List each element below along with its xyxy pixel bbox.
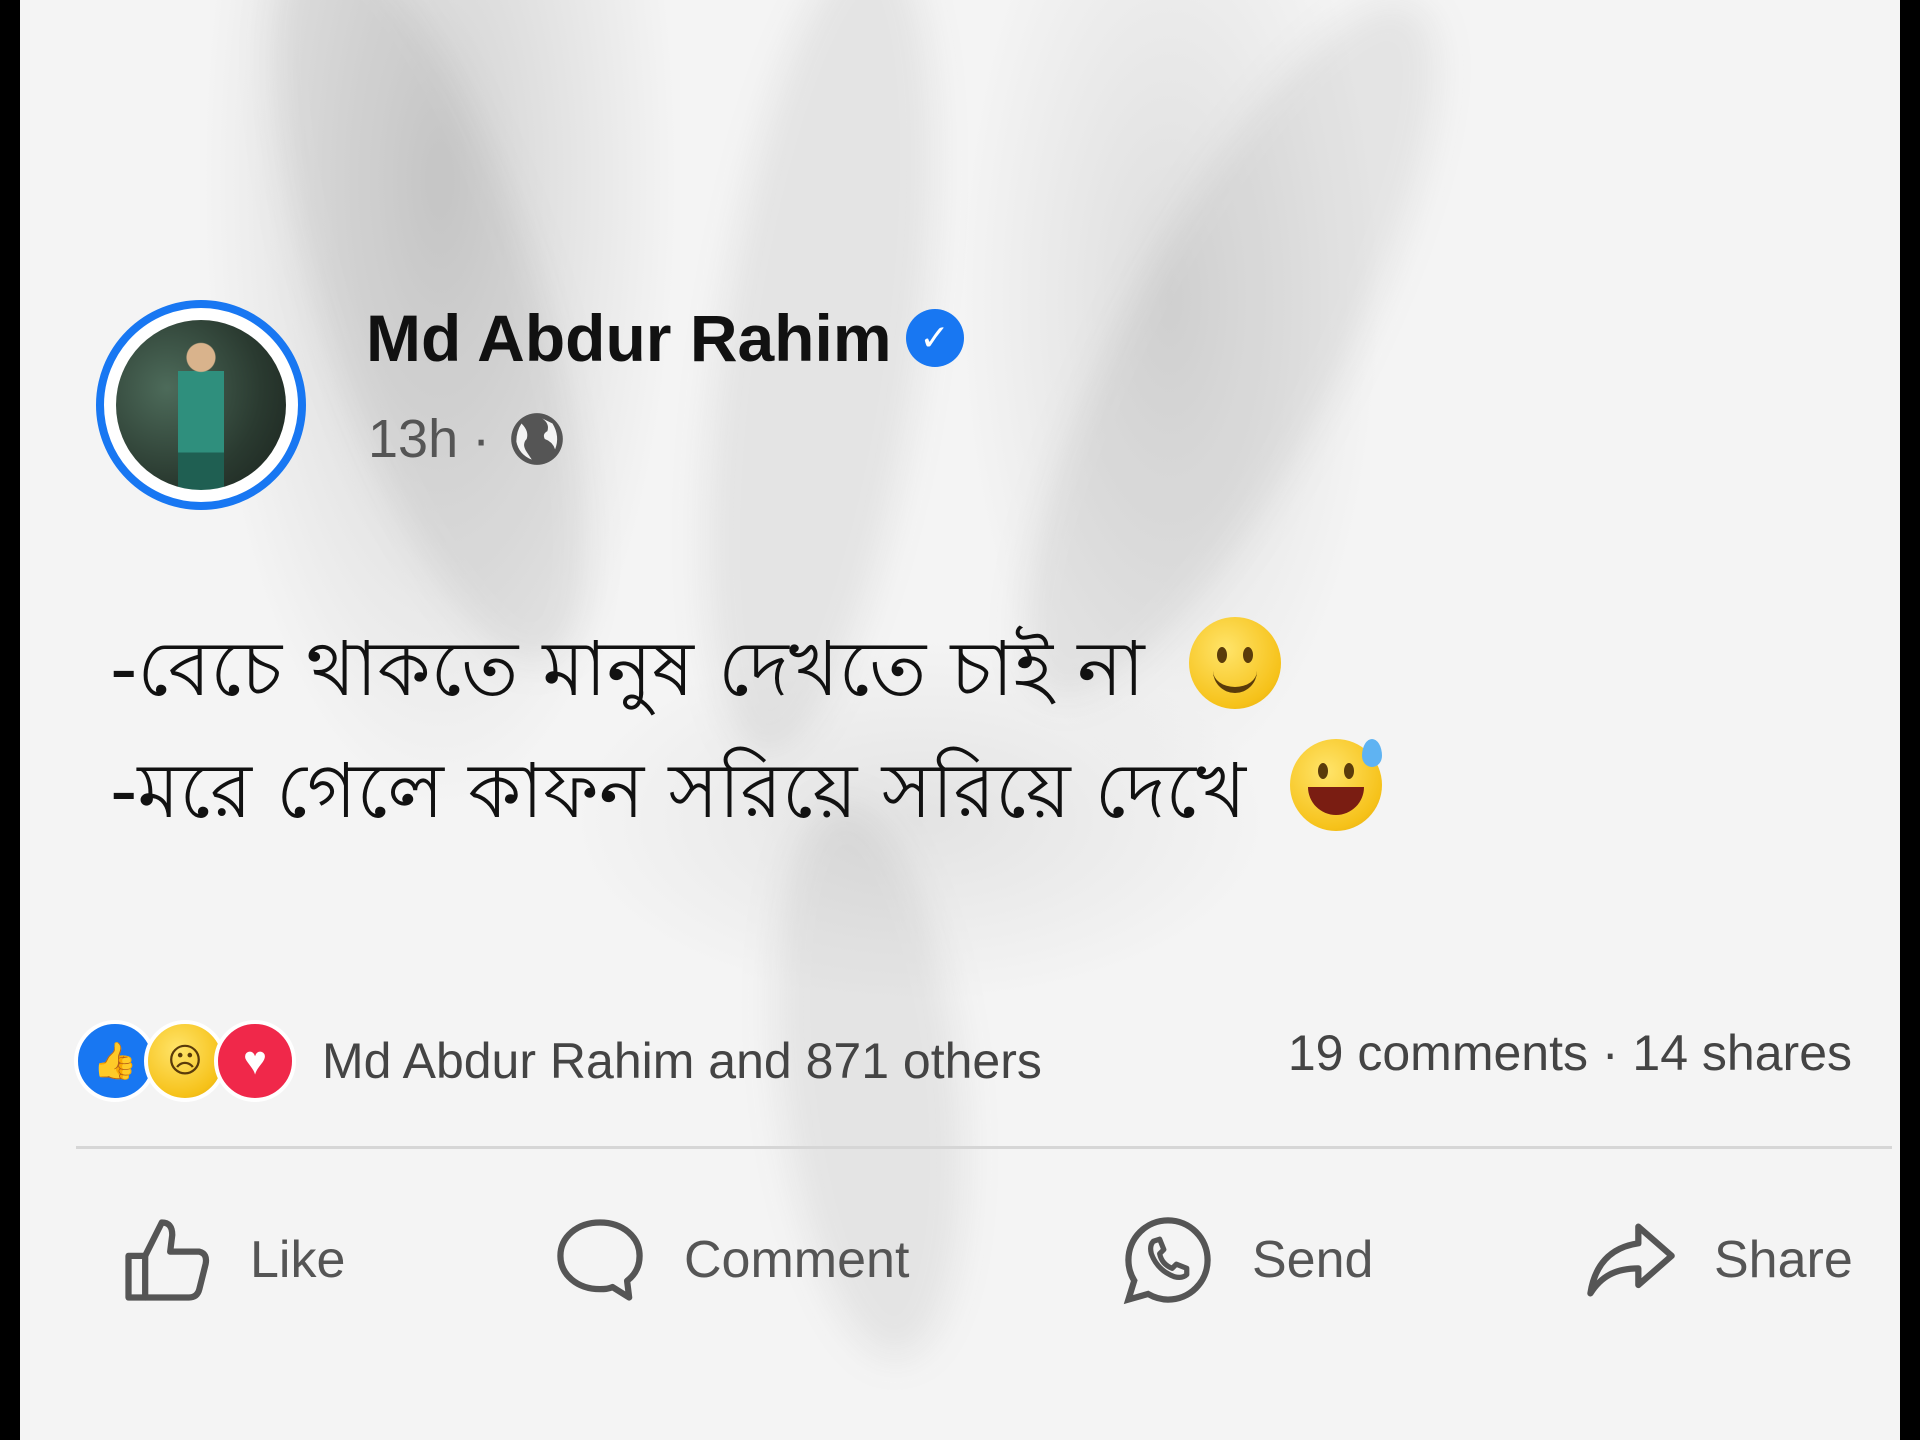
slight-smile-emoji-icon (1188, 617, 1281, 709)
love-reaction-icon: ♥ (214, 1020, 296, 1102)
post-line-text: -মরে গেলে কাফন সরিয়ে সরিয়ে দেখে (110, 746, 1247, 835)
meta-separator: · (472, 409, 491, 469)
divider (76, 1146, 1892, 1149)
screen-frame: Md Abdur Rahim ✓ 13h · -বেচে থাকতে মানুষ… (0, 0, 1920, 1440)
post-line: -মরে গেলে কাফন সরিয়ে সরিয়ে দেখে (110, 730, 1383, 852)
reaction-summary[interactable]: 👍 ☹ ♥ Md Abdur Rahim and 871 others (74, 1020, 1042, 1102)
comment-label: Comment (684, 1231, 910, 1289)
share-button[interactable]: Share (1580, 1210, 1853, 1310)
verified-badge-icon: ✓ (905, 309, 964, 367)
thumbs-up-icon (125, 1219, 210, 1301)
like-button[interactable]: Like (116, 1210, 345, 1310)
comment-bubble-icon (557, 1219, 643, 1301)
avatar[interactable] (96, 300, 306, 510)
grinning-sweat-emoji-icon (1290, 739, 1383, 831)
whatsapp-icon (1123, 1217, 1211, 1305)
send-label: Send (1252, 1231, 1374, 1289)
post-meta: 13h · (368, 408, 568, 470)
comment-button[interactable]: Comment (550, 1210, 909, 1310)
send-button[interactable]: Send (1118, 1210, 1373, 1310)
post-line: -বেচে থাকতে মানুষ দেখতে চাই না (110, 608, 1382, 730)
profile-photo (116, 320, 286, 490)
post-card: Md Abdur Rahim ✓ 13h · -বেচে থাকতে মানুষ… (20, 0, 1900, 1440)
reaction-count-text[interactable]: Md Abdur Rahim and 871 others (322, 1032, 1042, 1090)
like-label: Like (250, 1231, 346, 1289)
post-body: -বেচে থাকতে মানুষ দেখতে চাই না -মরে গেলে… (110, 608, 1383, 852)
share-label: Share (1714, 1231, 1853, 1289)
post-time[interactable]: 13h (368, 408, 458, 470)
post-line-text: -বেচে থাকতে মানুষ দেখতে চাই না (110, 624, 1145, 713)
comment-share-stats[interactable]: 19 comments · 14 shares (1288, 1020, 1852, 1086)
author-name-row[interactable]: Md Abdur Rahim ✓ (366, 300, 964, 376)
globe-icon[interactable] (506, 408, 568, 470)
author-name[interactable]: Md Abdur Rahim (366, 300, 892, 376)
share-arrow-icon (1587, 1223, 1675, 1297)
